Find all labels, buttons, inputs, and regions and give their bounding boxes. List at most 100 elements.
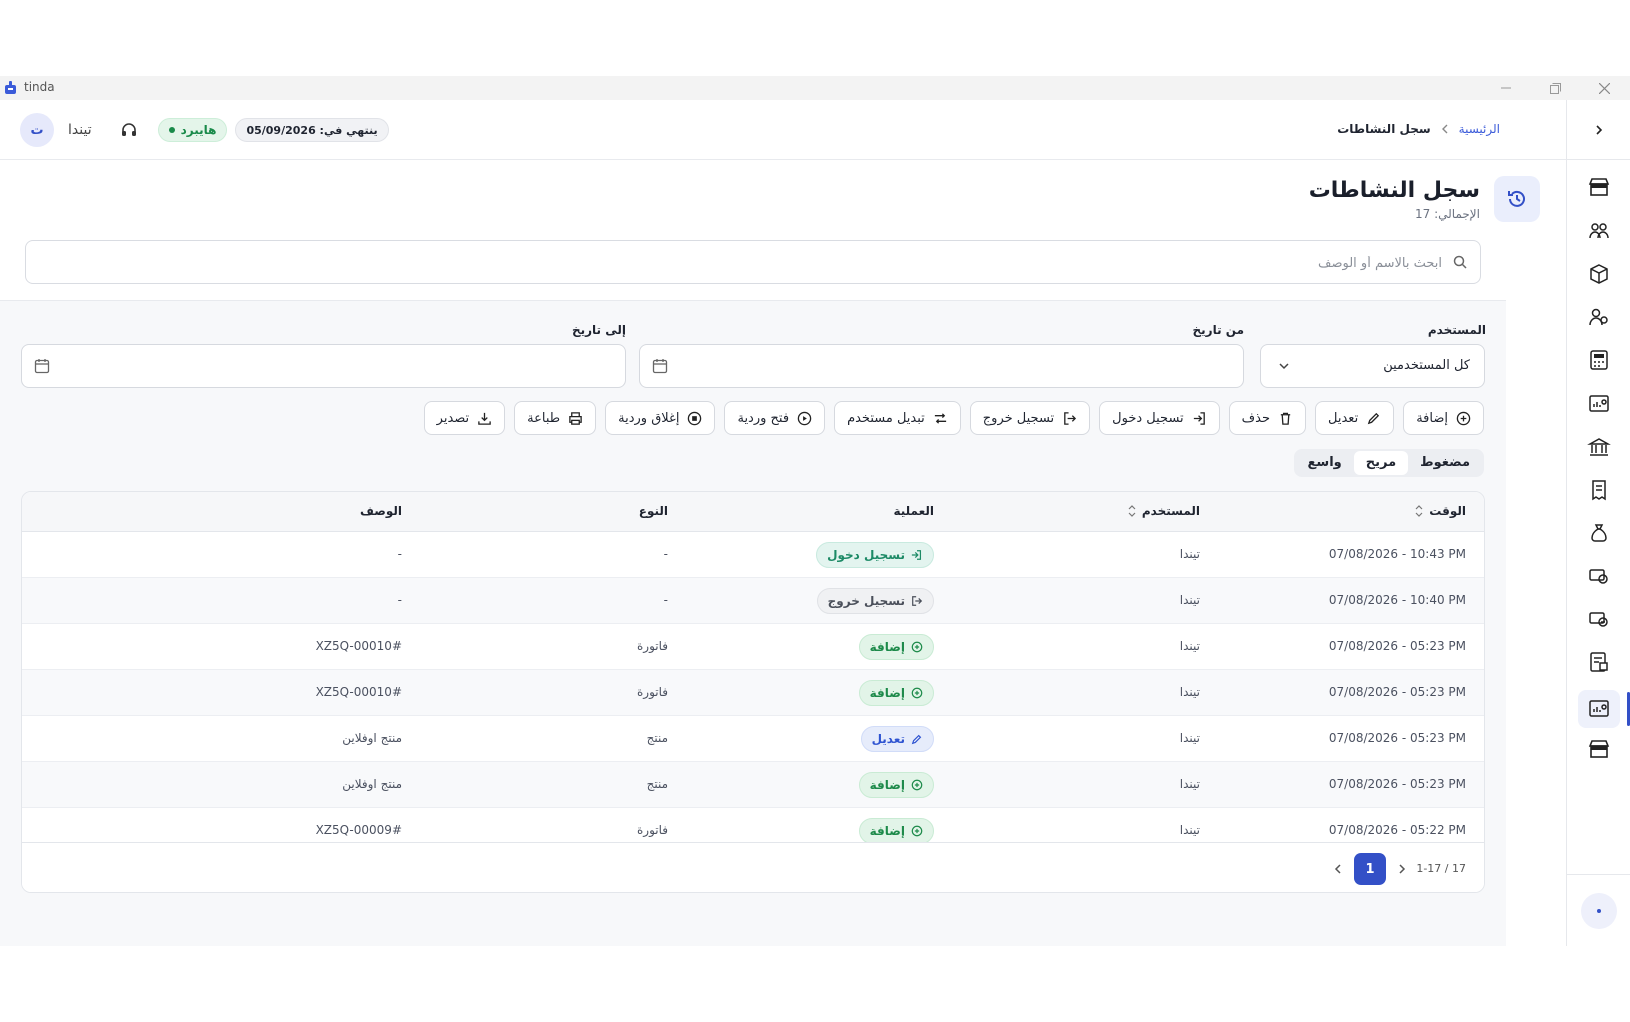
operation-badge: تسجيل خروج	[816, 588, 934, 614]
table-row[interactable]: 07/08/2026 - 05:23 PM تيندا إضافة فاتورة #XZ…	[22, 624, 1484, 670]
table-header: الوقت المستخدم العملية النوع الوصف	[22, 492, 1484, 532]
cell-type: فاتورة	[636, 685, 668, 699]
col-description: الوصف	[359, 504, 402, 518]
cell-description: #XZ5Q-00009	[315, 823, 402, 837]
plus-circle-icon	[911, 825, 923, 837]
restore-button[interactable]	[1545, 78, 1565, 98]
sidebar-item-products[interactable]	[1585, 260, 1613, 288]
filter-add-button[interactable]: إضافة	[1403, 401, 1484, 435]
payments-icon	[1589, 569, 1608, 584]
trash-icon	[1280, 412, 1291, 425]
filter-logout-button[interactable]: تسجيل خروج	[969, 401, 1091, 435]
sidebar-item-activity-log[interactable]	[1578, 690, 1620, 728]
col-type: النوع	[638, 504, 668, 518]
play-circle-icon	[797, 411, 812, 425]
sidebar-item-statements[interactable]	[1585, 648, 1613, 676]
sidebar-item-shop[interactable]	[1585, 735, 1613, 763]
logout-icon	[1064, 411, 1077, 425]
switch-arrows-icon	[934, 412, 946, 424]
sidebar-item-bank[interactable]	[1585, 433, 1613, 461]
density-compact[interactable]: مضغوط	[1408, 451, 1482, 475]
print-label: طباعة	[527, 410, 561, 426]
export-button[interactable]: تصدير	[423, 401, 506, 435]
minimize-button[interactable]	[1496, 78, 1516, 98]
next-page-button[interactable]	[1388, 855, 1416, 883]
prev-page-button[interactable]	[1324, 855, 1352, 883]
user-name[interactable]: تيندا	[68, 122, 92, 138]
sidebar-item-transfers[interactable]	[1585, 605, 1613, 633]
login-icon	[911, 550, 922, 560]
sidebar-item-customers[interactable]	[1585, 217, 1613, 245]
user-select[interactable]: كل المستخدمين	[1260, 344, 1485, 388]
collapse-sidebar-button[interactable]	[1567, 100, 1630, 160]
from-date-label: من تاريخ	[1192, 323, 1244, 337]
sidebar-item-calculator[interactable]	[1585, 346, 1613, 374]
operation-label: تسجيل خروج	[827, 594, 905, 608]
top-bar: الرئيسية سجل النشاطات ت تيندا هايبرد ينت…	[0, 100, 1566, 160]
dot-icon	[1597, 909, 1601, 913]
chevron-left-icon	[1441, 124, 1448, 134]
sidebar-item-invoices[interactable]	[1585, 476, 1613, 504]
plus-circle-icon	[911, 641, 923, 653]
avatar[interactable]: ت	[20, 113, 54, 147]
from-date-field[interactable]	[639, 344, 1244, 388]
logout-icon	[912, 596, 923, 606]
activity-table: الوقت المستخدم العملية النوع الوصف 07/08…	[21, 491, 1485, 893]
operation-badge: إضافة	[858, 634, 934, 660]
print-button[interactable]: طباعة	[514, 401, 597, 435]
search-input[interactable]	[62, 251, 1442, 275]
sort-icon	[1415, 505, 1423, 517]
filter-delete-button[interactable]: حذف	[1228, 401, 1307, 435]
density-toggle: مضغوط مريح واسع	[1293, 449, 1484, 477]
sidebar-item-payments[interactable]	[1585, 562, 1613, 590]
stop-circle-icon	[688, 411, 702, 425]
cell-description: منتج اوفلاين	[342, 731, 402, 745]
operation-label: تسجيل دخول	[827, 548, 905, 562]
plus-circle-icon	[911, 687, 923, 699]
density-spacious[interactable]: واسع	[1296, 451, 1354, 475]
filter-switch-user-button[interactable]: تبديل مستخدم	[834, 401, 961, 435]
table-row[interactable]: 07/08/2026 - 05:23 PM تيندا تعديل منتج منتج …	[22, 716, 1484, 762]
filter-close-shift-button[interactable]: إغلاق وردية	[605, 401, 716, 435]
chevron-left-icon	[1334, 864, 1341, 874]
breadcrumb: الرئيسية سجل النشاطات	[1337, 122, 1500, 136]
chart-board-icon	[1589, 395, 1609, 412]
cell-time: 07/08/2026 - 05:23 PM	[1328, 639, 1466, 653]
filter-edit-button[interactable]: تعديل	[1315, 401, 1395, 435]
table-row[interactable]: 07/08/2026 - 10:43 PM تيندا تسجيل دخول - -	[22, 532, 1484, 578]
breadcrumb-current: سجل النشاطات	[1337, 122, 1431, 136]
login-icon	[1193, 411, 1205, 425]
cell-description: منتج اوفلاين	[342, 777, 402, 791]
sidebar-item-money[interactable]	[1585, 519, 1613, 547]
filter-logout-label: تسجيل خروج	[982, 410, 1055, 426]
cell-description: #XZ5Q-00010	[315, 639, 402, 653]
to-date-field[interactable]	[21, 344, 626, 388]
sidebar-item-reports[interactable]	[1585, 390, 1613, 418]
page-number-current[interactable]: 1	[1354, 853, 1386, 885]
filter-open-shift-button[interactable]: فتح وردية	[724, 401, 826, 435]
employees-icon	[1589, 308, 1608, 326]
table-row[interactable]: 07/08/2026 - 05:23 PM تيندا إضافة منتج منتج …	[22, 762, 1484, 808]
status-indicator-button[interactable]	[1581, 893, 1617, 929]
cell-user: تيندا	[1179, 685, 1200, 699]
sidebar-item-employees[interactable]	[1585, 303, 1613, 331]
sidebar-item-store[interactable]	[1585, 173, 1613, 201]
history-icon	[1494, 176, 1540, 222]
density-comfortable[interactable]: مريح	[1353, 451, 1409, 475]
operation-badge: إضافة	[858, 818, 934, 844]
headset-icon[interactable]	[120, 121, 138, 139]
breadcrumb-home[interactable]: الرئيسية	[1459, 122, 1500, 136]
col-time[interactable]: الوقت	[1415, 504, 1466, 518]
close-button[interactable]	[1594, 78, 1614, 98]
calculator-icon	[1590, 350, 1608, 370]
table-row[interactable]: 07/08/2026 - 10:40 PM تيندا تسجيل خروج - -	[22, 578, 1484, 624]
action-filter-buttons: إضافة تعديل حذف تسجيل دخول تسجيل خروج تب…	[423, 401, 1484, 435]
filter-login-button[interactable]: تسجيل دخول	[1099, 401, 1220, 435]
document-chart-icon	[1590, 652, 1608, 672]
expiry-badge: ينتهي في: 05/09/2026	[235, 118, 389, 142]
col-user[interactable]: المستخدم	[1128, 504, 1200, 518]
receipt-icon	[1592, 480, 1606, 501]
table-row[interactable]: 07/08/2026 - 05:23 PM تيندا إضافة فاتورة #XZ…	[22, 670, 1484, 716]
bank-icon	[1587, 438, 1611, 456]
to-date-label: إلى تاريخ	[571, 323, 626, 337]
